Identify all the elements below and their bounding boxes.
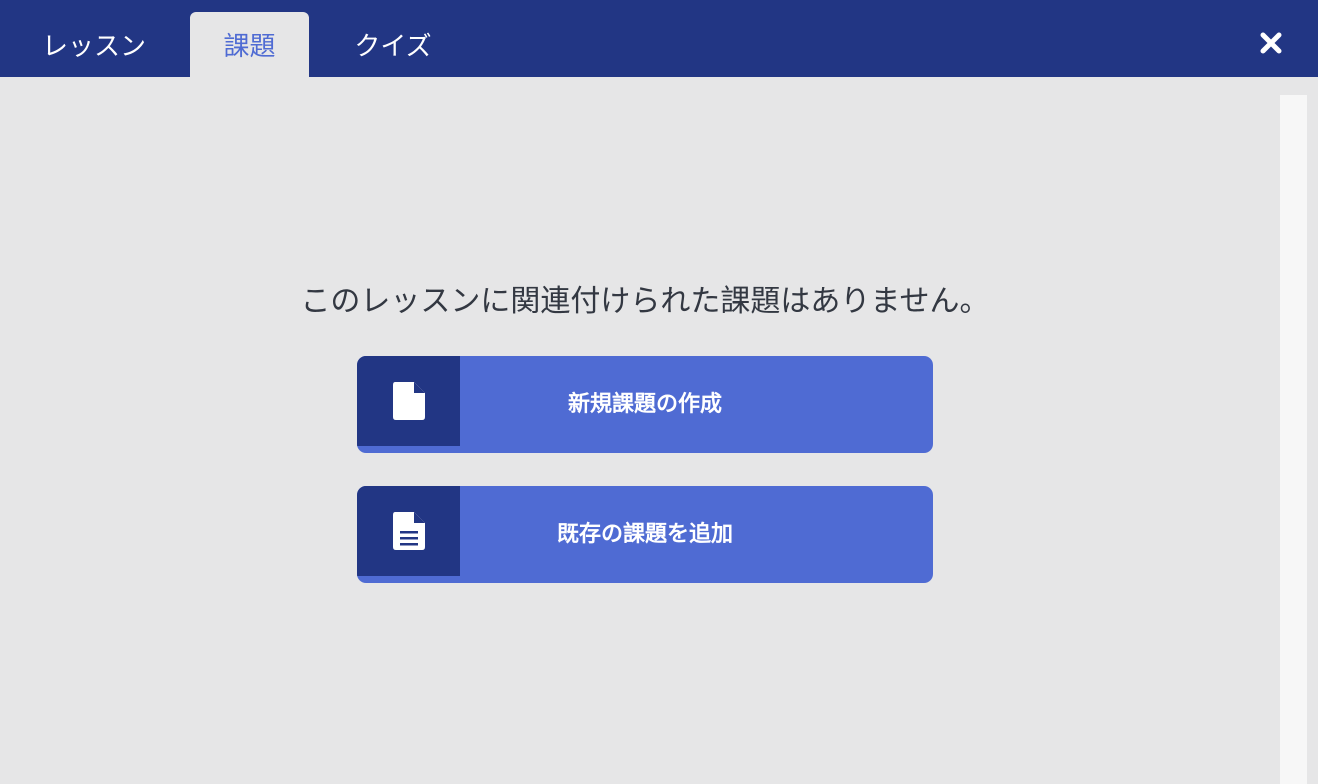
tab-lessons[interactable]: レッスン (20, 12, 168, 77)
create-new-assignment-button[interactable]: 新規課題の作成 (357, 356, 933, 453)
tab-quiz-label: クイズ (354, 32, 432, 62)
close-button[interactable] (1258, 30, 1284, 56)
add-existing-icon-box (357, 486, 460, 576)
tab-assignments-label: 課題 (223, 32, 276, 62)
file-icon (392, 382, 425, 420)
create-new-assignment-label: 新規課題の作成 (567, 392, 722, 417)
add-existing-assignment-button[interactable]: 既存の課題を追加 (357, 486, 933, 583)
scrollbar-track[interactable] (1280, 95, 1307, 784)
tab-quiz[interactable]: クイズ (333, 12, 453, 77)
create-icon-box (357, 356, 460, 446)
tab-assignments[interactable]: 課題 (190, 12, 309, 77)
top-tab-bar: レッスン 課題 クイズ (0, 0, 1318, 77)
file-text-icon (392, 512, 425, 550)
close-icon (1260, 32, 1282, 54)
empty-state-message: このレッスンに関連付けられた課題はありません。 (300, 284, 990, 319)
add-existing-assignment-label: 既存の課題を追加 (556, 522, 733, 547)
tab-lessons-label: レッスン (41, 32, 146, 62)
